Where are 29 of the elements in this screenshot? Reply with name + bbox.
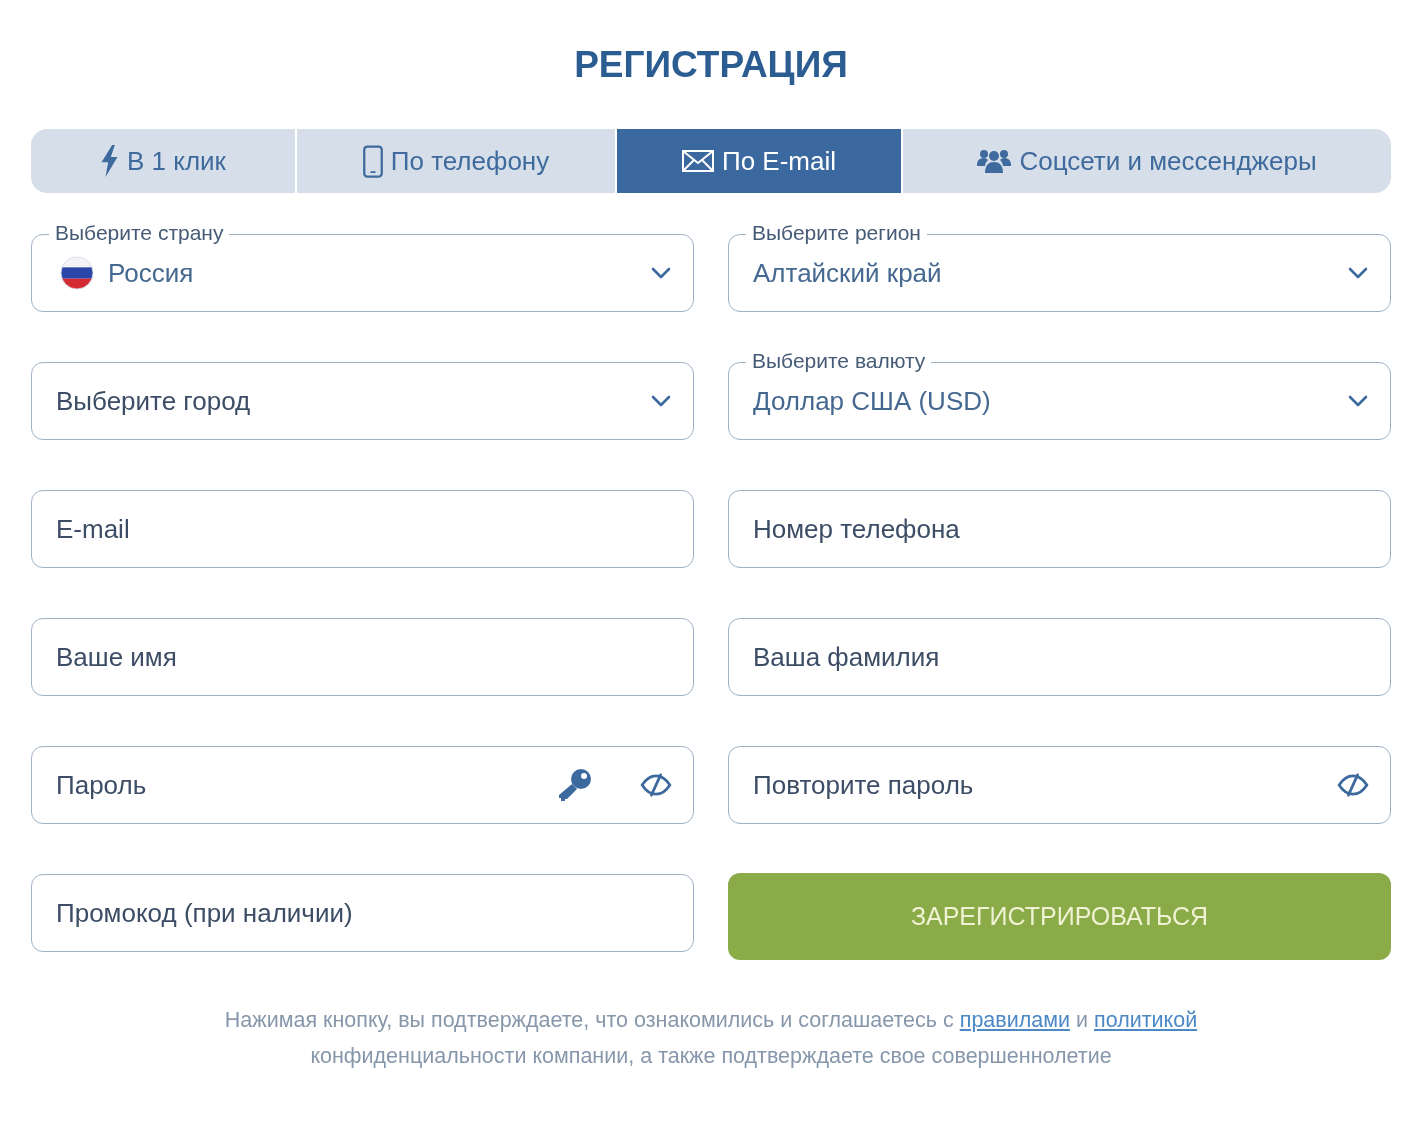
- chevron-down-icon[interactable]: [651, 267, 671, 279]
- tab[interactable]: Соцсети и мессенджеры: [903, 129, 1391, 193]
- chevron-down-icon[interactable]: [651, 395, 671, 407]
- register-button[interactable]: ЗАРЕГИСТРИРОВАТЬСЯ: [728, 873, 1391, 960]
- input-field[interactable]: Ваше имя: [31, 618, 694, 696]
- input-field[interactable]: Промокод (при наличии): [31, 874, 694, 952]
- eye-slash-icon[interactable]: [640, 773, 672, 797]
- chevron-down-icon[interactable]: [1348, 395, 1368, 407]
- password-field[interactable]: Повторите пароль: [728, 746, 1391, 824]
- chevron-down-icon[interactable]: [1348, 267, 1368, 279]
- input-field[interactable]: E-mail: [31, 490, 694, 568]
- envelope-icon: [681, 150, 714, 172]
- tab[interactable]: По телефону: [297, 129, 615, 193]
- consent-link[interactable]: политикой: [1094, 1008, 1198, 1032]
- consent-text: Нажимая кнопку, вы подтверждаете, что ознакомились и соглашаетесь с правилами и политикой конфиденциальности компании, а также подтверждаете свое совершеннолетие: [223, 1007, 1199, 1070]
- tab[interactable]: По E-mail: [617, 129, 901, 193]
- password-field[interactable]: Пароль: [31, 746, 694, 824]
- flag-icon: [60, 256, 94, 290]
- key-icon[interactable]: [558, 768, 592, 802]
- people-icon: [977, 148, 1012, 174]
- eye-slash-icon[interactable]: [1337, 773, 1369, 797]
- input-field[interactable]: Ваша фамилия: [728, 618, 1391, 696]
- input-field[interactable]: Номер телефона: [728, 490, 1391, 568]
- tab[interactable]: В 1 клик: [31, 129, 295, 193]
- page-title: РЕГИСТРАЦИЯ: [573, 43, 849, 87]
- lightning-icon: [100, 145, 119, 177]
- dropdown-field[interactable]: Выберите город: [31, 362, 694, 440]
- consent-link[interactable]: правилами: [959, 1008, 1071, 1032]
- phone-icon: [362, 144, 383, 178]
